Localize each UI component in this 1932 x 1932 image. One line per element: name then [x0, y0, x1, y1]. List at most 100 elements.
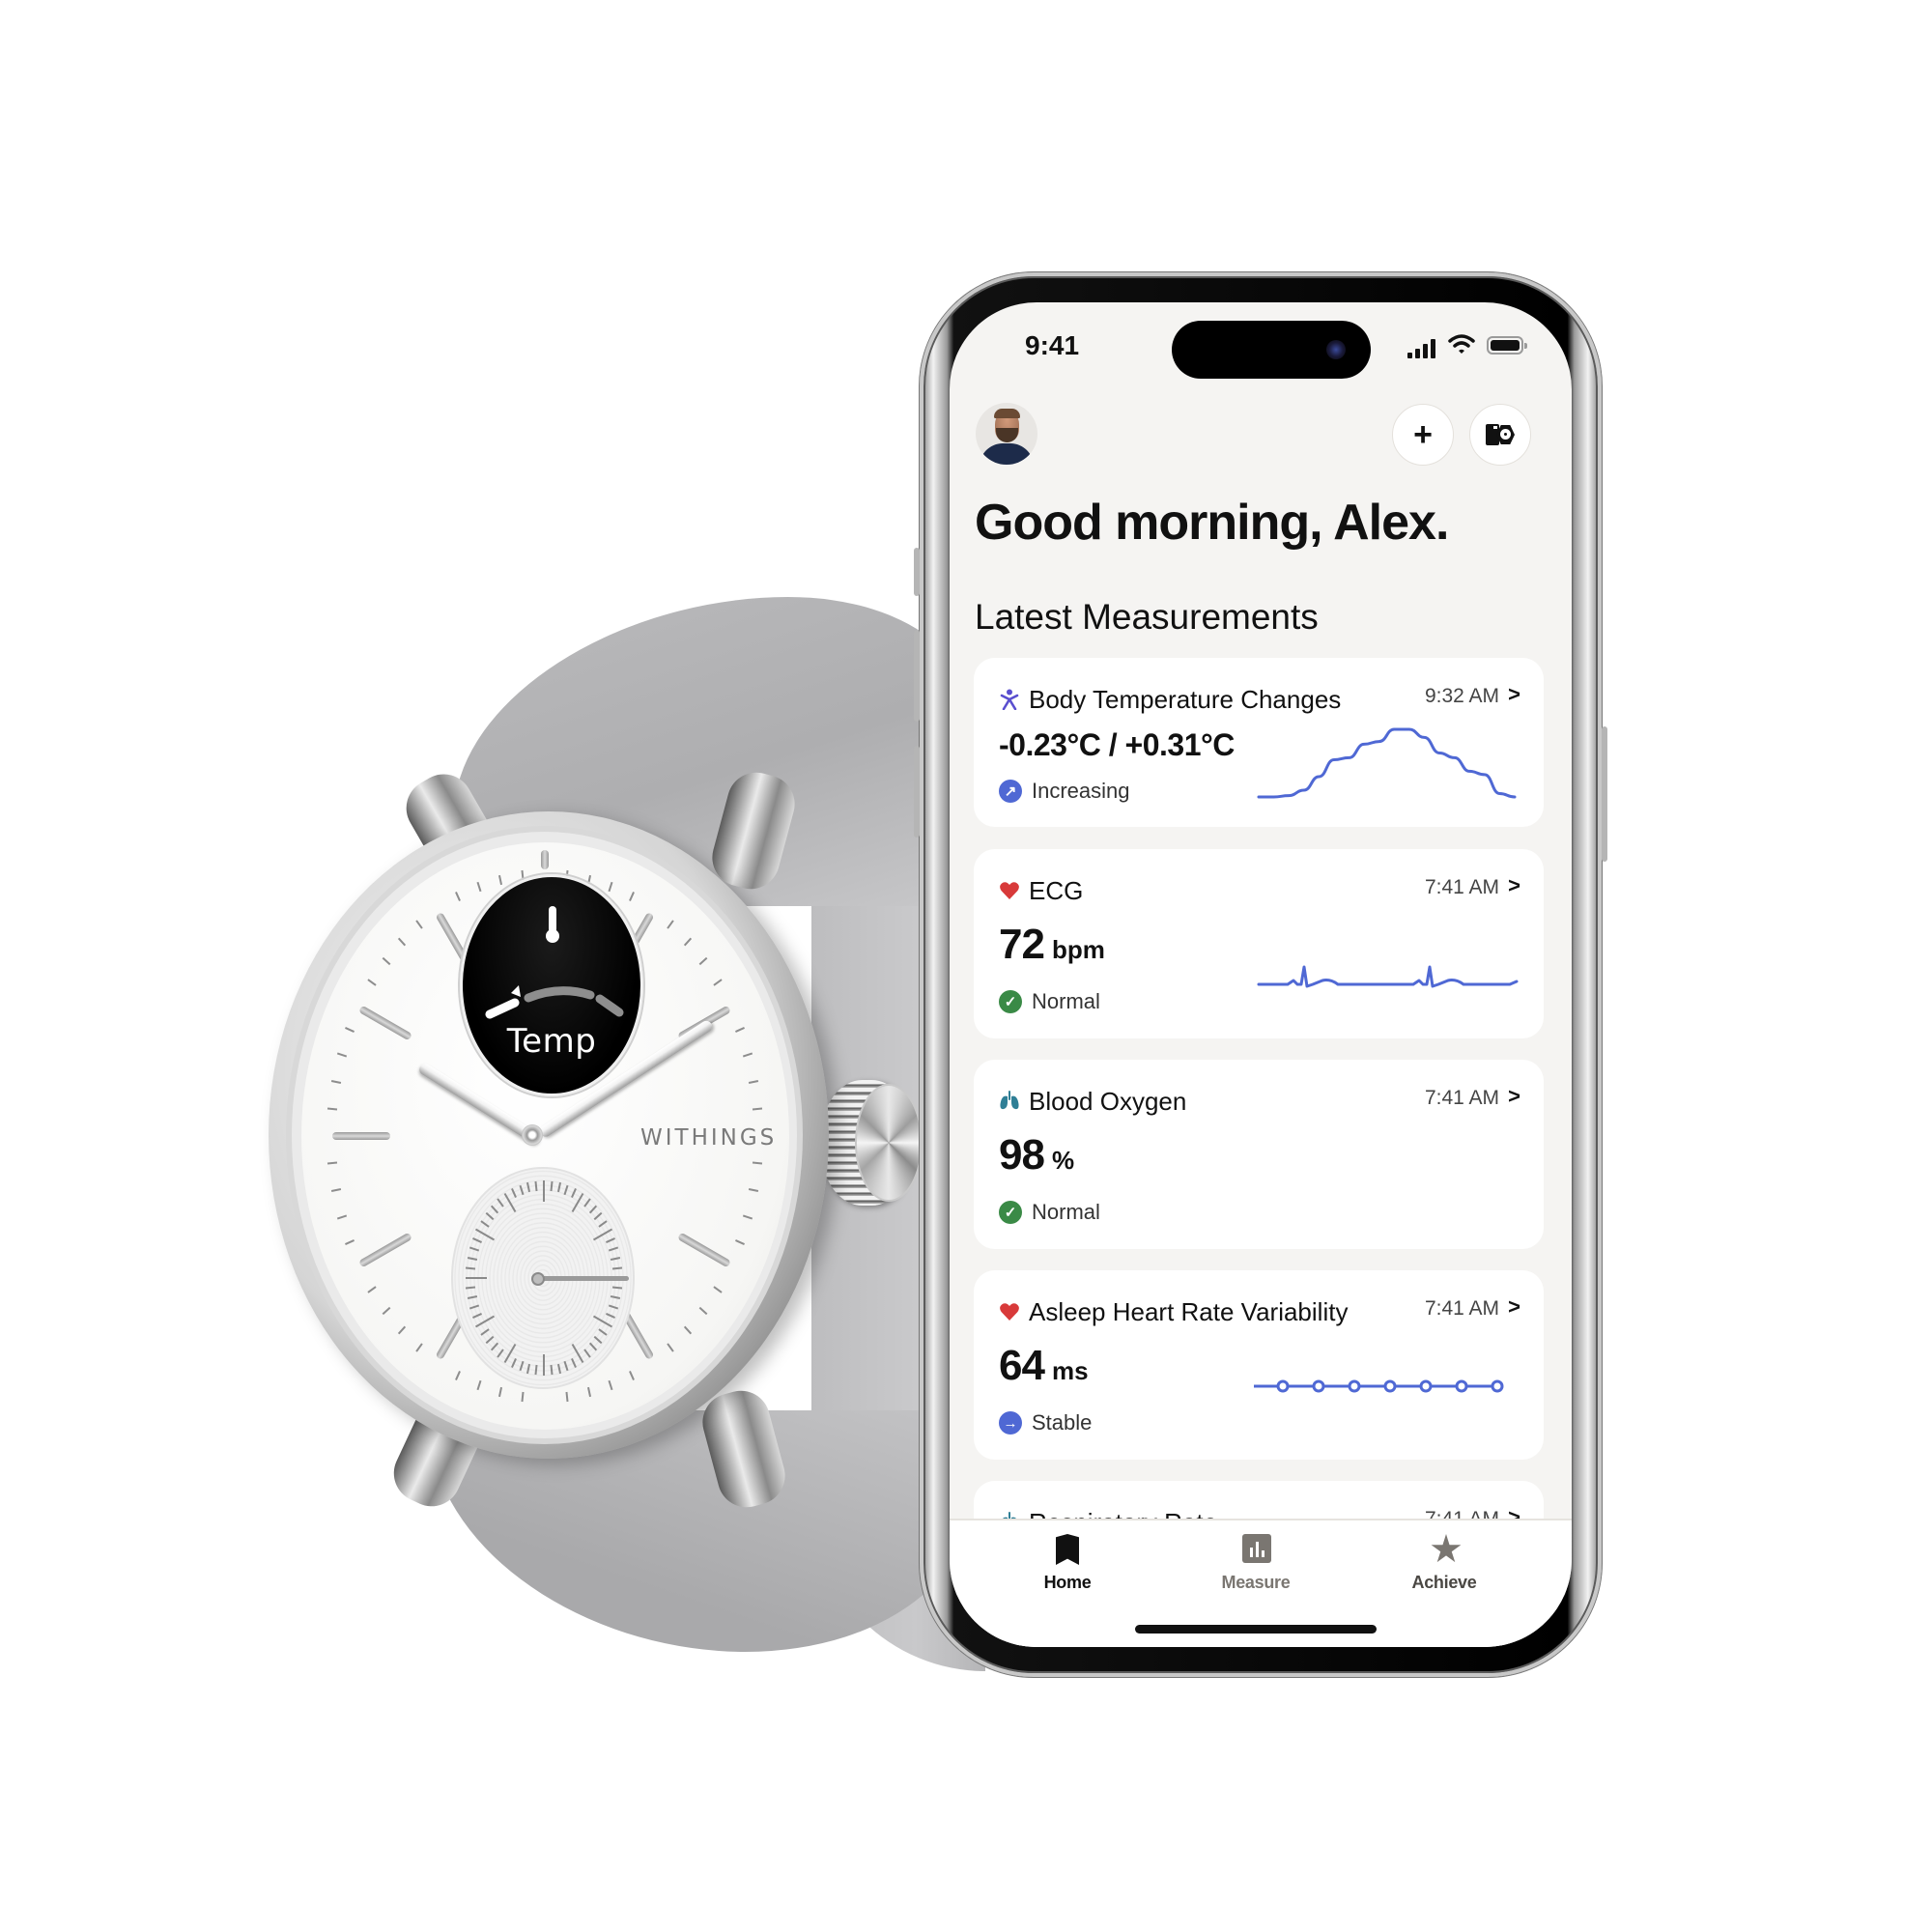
card-status: ↗ Increasing [999, 779, 1130, 804]
subdial-tick [469, 1246, 479, 1252]
subdial-tick [611, 1286, 622, 1290]
subdial-tick [588, 1342, 597, 1351]
subdial-tick [511, 1188, 518, 1199]
minute-tick [382, 956, 391, 965]
sparkline-point [1312, 1379, 1325, 1393]
subdial-tick [491, 1205, 499, 1214]
subdial-tick [550, 1180, 554, 1191]
front-camera-icon [1326, 340, 1346, 359]
minute-tick [683, 937, 692, 946]
subdial-tick [543, 1354, 545, 1376]
subdial-tick [594, 1211, 603, 1220]
plus-icon: + [1413, 415, 1433, 453]
phone-volume-down-button [914, 746, 920, 838]
minute-tick [667, 1343, 674, 1352]
card-status: ✓ Normal [999, 989, 1100, 1014]
minute-tick [498, 874, 503, 886]
watch-hand-pivot [522, 1124, 543, 1146]
card-value: 98% [999, 1131, 1075, 1179]
card-status: → Stable [999, 1410, 1092, 1435]
subdial-tick [467, 1294, 477, 1299]
status-bar: 9:41 [950, 302, 1572, 399]
home-indicator[interactable] [1135, 1625, 1377, 1634]
smartwatch: Temp WITHINGS [0, 0, 1021, 1932]
subdial-tick [497, 1349, 505, 1358]
minute-tick [367, 1286, 377, 1294]
card-value: 72 bpm [999, 921, 1105, 968]
subdial-tick [469, 1304, 479, 1310]
sparkline-point [1348, 1379, 1361, 1393]
phone-action-button [914, 548, 920, 596]
measurement-card-blood-oxygen[interactable]: Blood Oxygen 7:41 AM > 98% ✓ Normal [974, 1060, 1544, 1249]
devices-icon [1486, 424, 1515, 445]
subdial-tick [594, 1336, 603, 1345]
trend-up-icon: ↗ [999, 780, 1022, 803]
sparkline-path [1257, 965, 1519, 988]
sparkline-path [1257, 727, 1517, 799]
body-temperature-sparkline [1257, 727, 1517, 799]
hour-index [358, 1232, 413, 1267]
minute-tick [382, 1307, 391, 1316]
card-title: ECG [1029, 876, 1084, 905]
subdial-tick [606, 1313, 616, 1319]
subdial-tick [466, 1277, 487, 1279]
minute-tick [521, 1391, 525, 1402]
sparkline-point [1383, 1379, 1397, 1393]
measurement-card-hrv[interactable]: Asleep Heart Rate Variability 7:41 AM > … [974, 1270, 1544, 1460]
wifi-icon [1448, 334, 1475, 354]
minute-tick [608, 882, 613, 893]
watch-crown-cap [855, 1084, 923, 1202]
chevron-right-icon: > [1508, 1084, 1520, 1108]
tab-label: Home [1043, 1573, 1092, 1592]
minute-tick [734, 1026, 745, 1033]
add-measurement-button[interactable]: + [1392, 404, 1454, 466]
subdial-tick [570, 1357, 577, 1368]
subdial-tick [511, 1357, 518, 1368]
subdial-tick [466, 1286, 476, 1290]
subdial-tick [519, 1361, 524, 1372]
tab-bar: Home Measure Achieve [950, 1519, 1572, 1647]
subdial-tick [570, 1188, 577, 1199]
subdial-tick [582, 1349, 591, 1358]
body-temperature-icon [1000, 689, 1019, 710]
hour-index [541, 850, 549, 869]
user-avatar[interactable] [976, 403, 1037, 465]
subdial-tick [598, 1219, 609, 1228]
battery-icon [1487, 336, 1527, 355]
dynamic-island [1172, 321, 1371, 379]
subdial-tick [485, 1336, 494, 1345]
subdial-tick [592, 1315, 612, 1328]
subdial-tick [475, 1315, 496, 1328]
measurement-card-ecg[interactable]: ECG 7:41 AM > 72 bpm ✓ Normal [974, 849, 1544, 1038]
subdial-tick [611, 1266, 622, 1270]
lungs-icon [1000, 1091, 1019, 1110]
tab-achieve[interactable]: Achieve [1386, 1534, 1502, 1593]
subdial-tick [550, 1365, 554, 1376]
measurement-card-body-temperature[interactable]: Body Temperature Changes 9:32 AM > -0.23… [974, 658, 1544, 827]
tab-measure[interactable]: Measure [1198, 1534, 1314, 1593]
tab-home[interactable]: Home [1009, 1534, 1125, 1593]
minute-tick [698, 1307, 708, 1316]
minute-tick [628, 1370, 635, 1380]
minute-tick [415, 1343, 423, 1352]
watch-display-label: Temp [506, 1022, 597, 1061]
app-screen: 9:41 + Good morning, Alex. Latest Measur… [950, 302, 1572, 1647]
check-icon: ✓ [999, 990, 1022, 1013]
chevron-right-icon: > [1508, 1294, 1520, 1319]
minute-tick [749, 1079, 759, 1084]
minute-tick [398, 937, 407, 946]
subdial-tick [534, 1365, 538, 1376]
subdial-tick [588, 1205, 597, 1214]
minute-tick [608, 1379, 613, 1390]
minute-tick [667, 920, 674, 929]
subdial-tick [582, 1198, 591, 1208]
hour-index [676, 1232, 731, 1267]
devices-button[interactable] [1469, 404, 1531, 466]
status-time: 9:41 [1025, 330, 1080, 360]
subdial-tick [609, 1304, 619, 1310]
section-title: Latest Measurements [975, 597, 1319, 637]
minute-tick [586, 1386, 591, 1398]
smartphone: 9:41 + Good morning, Alex. Latest Measur… [914, 272, 1607, 1677]
hour-index [358, 1005, 413, 1040]
minute-tick [336, 1214, 347, 1220]
